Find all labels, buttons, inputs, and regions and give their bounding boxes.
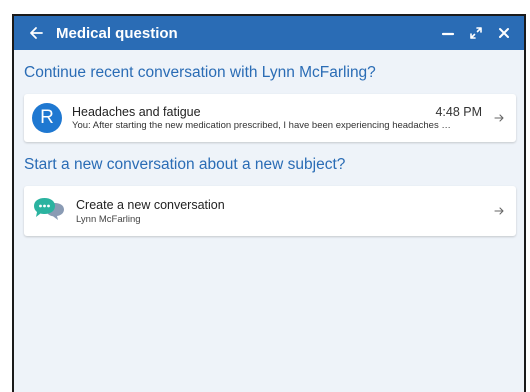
arrow-left-icon bbox=[30, 27, 43, 39]
chat-bubbles-icon bbox=[34, 198, 64, 220]
open-conversation-arrow bbox=[492, 113, 506, 123]
title-bar: Medical question bbox=[14, 16, 524, 50]
avatar: R bbox=[32, 103, 62, 133]
close-button[interactable] bbox=[492, 21, 516, 45]
arrow-right-icon bbox=[494, 114, 504, 122]
recent-conversation-heading: Continue recent conversation with Lynn M… bbox=[24, 64, 376, 81]
minimize-icon bbox=[441, 32, 455, 36]
conversation-preview: You: After starting the new medication p… bbox=[72, 120, 451, 131]
expand-icon bbox=[470, 27, 482, 39]
expand-button[interactable] bbox=[464, 21, 488, 45]
conversation-subject: Headaches and fatigue bbox=[72, 105, 201, 119]
create-conversation-card[interactable]: Create a new conversation Lynn McFarling bbox=[24, 186, 516, 236]
conversation-body: Headaches and fatigue 4:48 PM You: After… bbox=[72, 105, 492, 131]
medical-question-window: Medical question Continue recent convers… bbox=[12, 14, 526, 392]
minimize-button[interactable] bbox=[436, 21, 460, 45]
new-conversation-heading: Start a new conversation about a new sub… bbox=[24, 156, 346, 173]
window-title: Medical question bbox=[56, 24, 178, 42]
create-conversation-label: Create a new conversation bbox=[76, 197, 225, 212]
conversation-header-row: Headaches and fatigue 4:48 PM bbox=[72, 105, 492, 119]
recipient-name: Lynn McFarling bbox=[76, 213, 141, 225]
create-conversation-body: Create a new conversation Lynn McFarling bbox=[76, 198, 492, 225]
close-icon bbox=[499, 28, 509, 38]
back-button[interactable] bbox=[24, 21, 48, 45]
arrow-right-icon bbox=[494, 207, 504, 215]
conversation-time: 4:48 PM bbox=[435, 105, 482, 119]
content-area: Continue recent conversation with Lynn M… bbox=[14, 64, 524, 236]
recent-conversation-card[interactable]: R Headaches and fatigue 4:48 PM You: Aft… bbox=[24, 94, 516, 142]
create-conversation-arrow bbox=[492, 206, 506, 216]
